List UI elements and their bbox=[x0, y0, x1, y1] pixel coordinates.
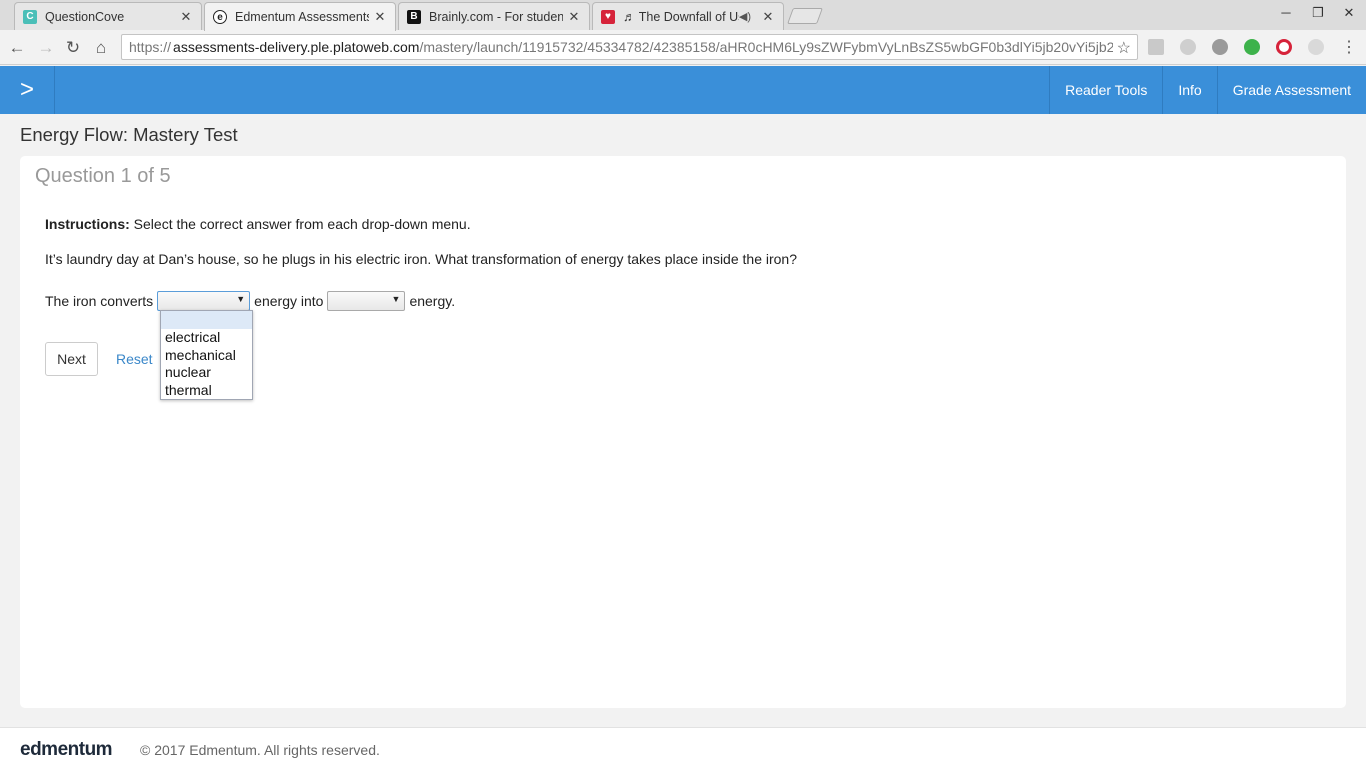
reader-tools-link[interactable]: Reader Tools bbox=[1049, 66, 1162, 114]
energy-into-select[interactable]: ▼ bbox=[327, 291, 406, 311]
question-counter: Question 1 of 5 bbox=[35, 165, 171, 187]
restore-icon[interactable]: ❐ bbox=[1308, 5, 1328, 21]
extension-badge-icon[interactable] bbox=[1212, 39, 1228, 55]
questioncove-icon: C bbox=[23, 9, 37, 24]
close-icon[interactable]: ✕ bbox=[179, 9, 193, 25]
dropdown-option[interactable]: nuclear bbox=[161, 364, 252, 382]
opera-icon[interactable] bbox=[1276, 39, 1292, 55]
edmentum-logo: edmentum bbox=[20, 739, 113, 760]
dropdown-option[interactable]: thermal bbox=[161, 382, 252, 400]
bookmark-star-icon[interactable]: ☆ bbox=[1112, 38, 1131, 58]
energy-from-options: electrical mechanical nuclear thermal bbox=[160, 310, 253, 400]
dropdown-arrow-icon: ▼ bbox=[391, 294, 401, 304]
tab-title: Brainly.com - For students bbox=[429, 9, 563, 24]
close-icon[interactable]: ✕ bbox=[761, 9, 775, 25]
sentence-part1: The iron converts bbox=[45, 293, 154, 309]
menu-kebab-icon[interactable]: ⋮ bbox=[1338, 37, 1360, 59]
instructions-label: Instructions: bbox=[45, 216, 130, 232]
app-header: > Reader Tools Info Grade Assessment bbox=[0, 66, 1366, 114]
chevron-right-icon[interactable]: > bbox=[0, 66, 55, 114]
question-panel: Question 1 of 5 Instructions: Select the… bbox=[20, 156, 1346, 708]
info-link[interactable]: Info bbox=[1162, 66, 1216, 114]
window-close-icon[interactable]: ✕ bbox=[1339, 5, 1359, 21]
sentence-part3: energy. bbox=[409, 293, 456, 309]
browser-tab-strip: C QuestionCove ✕ e Edmentum Assessments … bbox=[0, 0, 1366, 31]
new-tab-button[interactable] bbox=[787, 8, 823, 24]
brainly-icon: B bbox=[407, 9, 421, 24]
back-arrow-icon[interactable]: ← bbox=[6, 37, 28, 59]
minimize-icon[interactable]: ─ bbox=[1276, 5, 1296, 20]
tab-edmentum[interactable]: e Edmentum Assessments ✕ bbox=[204, 2, 396, 31]
iheart-icon: ♥ bbox=[601, 9, 615, 24]
tab-title: ♬ The Downfall of Us bbox=[623, 9, 739, 24]
extension-icon[interactable] bbox=[1180, 39, 1196, 55]
extension-icon[interactable] bbox=[1308, 39, 1324, 55]
edmentum-icon: e bbox=[213, 10, 227, 24]
dropdown-arrow-icon: ▼ bbox=[236, 294, 246, 304]
dropdown-option[interactable] bbox=[161, 311, 252, 329]
answer-sentence: The iron converts ▼ energy into ▼ energy… bbox=[45, 291, 455, 311]
reload-icon[interactable]: ↻ bbox=[62, 37, 84, 59]
tab-iheart[interactable]: ♥ ♬ The Downfall of Us ◀) ✕ bbox=[592, 2, 784, 30]
address-bar[interactable]: https://assessments-delivery.ple.platowe… bbox=[121, 34, 1138, 60]
instructions: Instructions: Select the correct answer … bbox=[45, 216, 471, 232]
tab-title: Edmentum Assessments bbox=[235, 10, 369, 24]
browser-toolbar: ← → ↻ ⌂ https://assessments-delivery.ple… bbox=[0, 30, 1366, 65]
page-title: Energy Flow: Mastery Test bbox=[20, 124, 238, 145]
instructions-text: Select the correct answer from each drop… bbox=[129, 216, 471, 232]
close-icon[interactable]: ✕ bbox=[567, 9, 581, 25]
hangouts-icon[interactable] bbox=[1244, 39, 1260, 55]
header-nav: Reader Tools Info Grade Assessment bbox=[1049, 66, 1366, 114]
copyright-text: © 2017 Edmentum. All rights reserved. bbox=[140, 742, 380, 758]
url-host: assessments-delivery.ple.platoweb.com bbox=[173, 39, 420, 55]
tab-questioncove[interactable]: C QuestionCove ✕ bbox=[14, 2, 202, 30]
energy-from-select[interactable]: ▼ bbox=[157, 291, 251, 311]
next-button[interactable]: Next bbox=[45, 342, 98, 376]
forward-arrow-icon[interactable]: → bbox=[35, 37, 57, 59]
close-icon[interactable]: ✕ bbox=[373, 9, 387, 25]
page-footer: edmentum © 2017 Edmentum. All rights res… bbox=[0, 727, 1366, 768]
sentence-part2: energy into bbox=[254, 293, 324, 309]
home-icon[interactable]: ⌂ bbox=[90, 37, 112, 59]
dropdown-option[interactable]: mechanical bbox=[161, 347, 252, 365]
url-scheme: https:// bbox=[129, 39, 172, 55]
extension-icon[interactable] bbox=[1148, 39, 1164, 55]
speaker-icon[interactable]: ◀) bbox=[739, 10, 751, 23]
dropdown-option[interactable]: electrical bbox=[161, 329, 252, 347]
question-prompt: It’s laundry day at Dan’s house, so he p… bbox=[45, 251, 798, 267]
reset-link[interactable]: Reset bbox=[116, 351, 153, 367]
tab-brainly[interactable]: B Brainly.com - For students ✕ bbox=[398, 2, 590, 30]
tab-title: QuestionCove bbox=[45, 9, 125, 24]
url-path: /mastery/launch/11915732/45334782/423851… bbox=[419, 39, 1123, 55]
grade-assessment-link[interactable]: Grade Assessment bbox=[1216, 66, 1366, 114]
